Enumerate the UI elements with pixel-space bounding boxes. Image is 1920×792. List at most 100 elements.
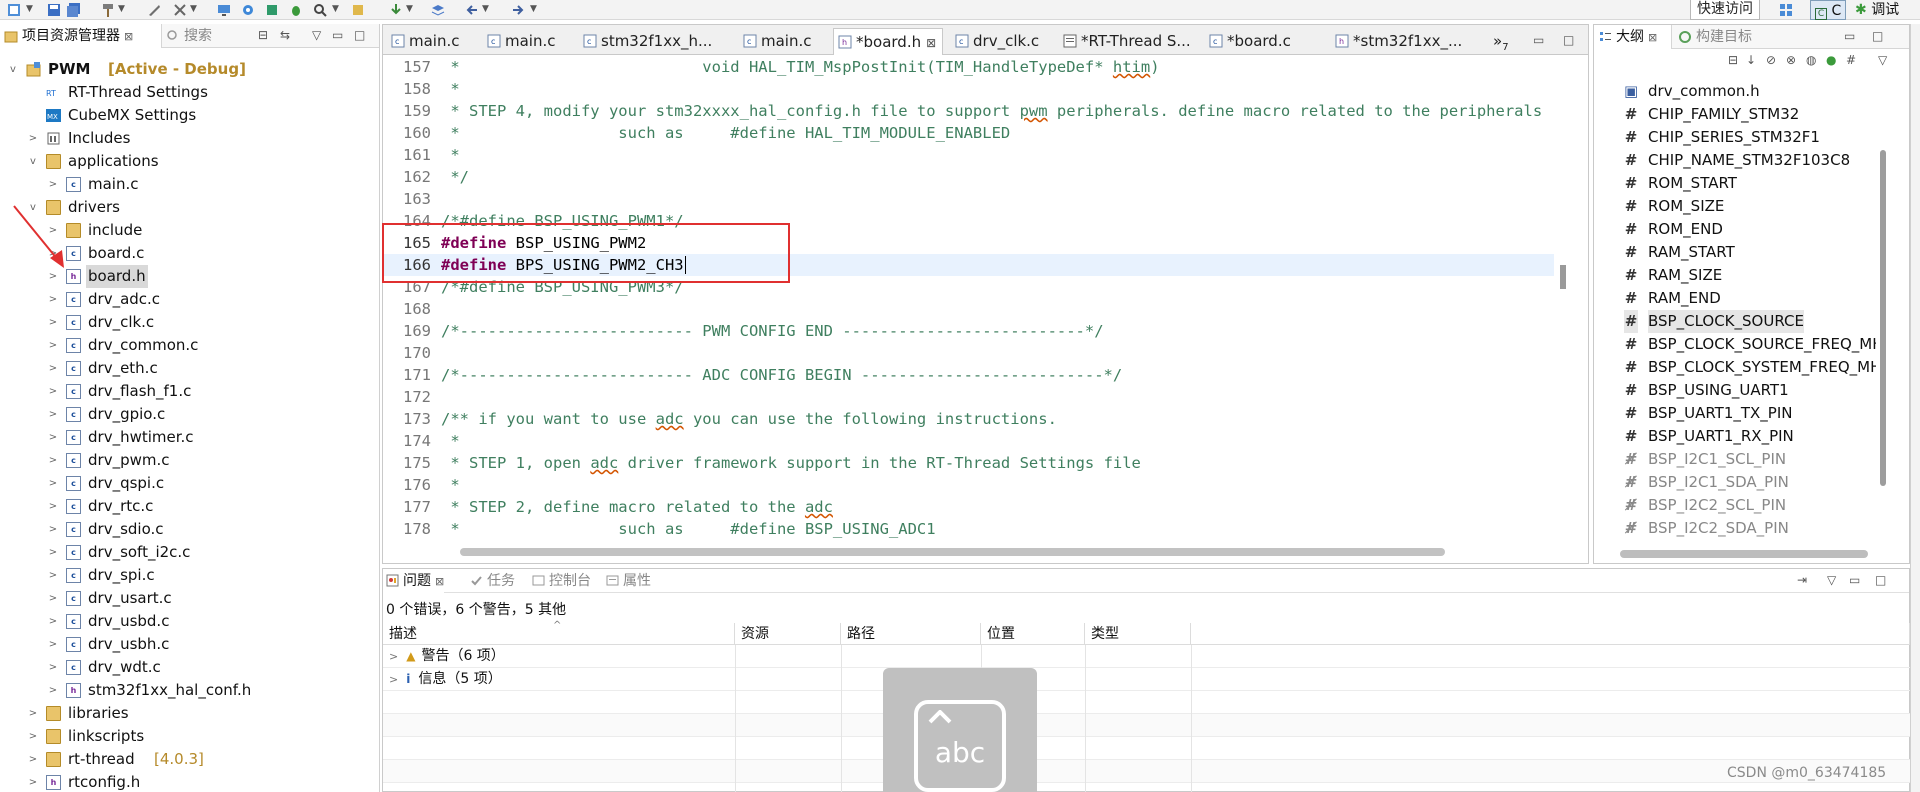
outline-horizontal-scrollbar[interactable] <box>1620 550 1868 558</box>
table-row-infos[interactable]: > i 信息（5 项） <box>383 668 1910 691</box>
chevron-right-icon[interactable]: > <box>48 426 58 449</box>
hide-fields-icon[interactable]: ⊘ <box>1766 53 1776 67</box>
view-menu-icon[interactable]: ▽ <box>312 28 321 42</box>
layers-icon[interactable] <box>430 2 446 18</box>
tab-project-explorer[interactable]: 项目资源管理器 ⊠ <box>0 24 162 48</box>
tree-item-drv-usbh-c[interactable]: > c drv_usbh.c <box>0 633 378 656</box>
group-macros-icon[interactable]: # <box>1846 53 1856 67</box>
column-header-path[interactable]: 路径 <box>841 623 981 645</box>
tree-item-drv-sdio-c[interactable]: > c drv_sdio.c <box>0 518 378 541</box>
forward-arrow-icon[interactable] <box>510 2 526 18</box>
chevron-right-icon[interactable]: > <box>28 725 38 748</box>
tab-problems[interactable]: 问题 ⊠ <box>383 569 445 593</box>
chevron-right-icon[interactable]: > <box>48 587 58 610</box>
tree-item-includes[interactable]: > Includes <box>0 127 378 150</box>
tab-main-c-1[interactable]: c main.c <box>387 28 460 55</box>
view-menu-icon[interactable]: ▽ <box>1878 53 1887 67</box>
tree-item-drv-adc-c[interactable]: > c drv_adc.c <box>0 288 378 311</box>
sort-icon[interactable]: ↓ <box>1746 53 1756 67</box>
column-header-resource[interactable]: 资源 <box>735 623 841 645</box>
tree-item-drv-clk-c[interactable]: > c drv_clk.c <box>0 311 378 334</box>
tree-item-drv-pwm-c[interactable]: > c drv_pwm.c <box>0 449 378 472</box>
tree-item-drv-wdt-c[interactable]: > c drv_wdt.c <box>0 656 378 679</box>
settings-gear-icon[interactable] <box>240 2 256 18</box>
new-icon[interactable] <box>6 2 22 18</box>
tree-item-rt-thread-settings[interactable]: RT RT-Thread Settings <box>0 81 378 104</box>
tree-item-drv-hwtimer-c[interactable]: > c drv_hwtimer.c <box>0 426 378 449</box>
download-arrow-icon[interactable] <box>388 2 404 18</box>
download-chip-icon[interactable] <box>264 2 280 18</box>
tree-item-drv-common-c[interactable]: > c drv_common.c <box>0 334 378 357</box>
tree-item-drv-spi-c[interactable]: > c drv_spi.c <box>0 564 378 587</box>
outline-item-macro[interactable]: # BSP_UART1_TX_PIN <box>1594 402 1904 425</box>
close-icon[interactable]: ⊠ <box>926 36 936 50</box>
chevron-right-icon[interactable]: > <box>48 380 58 403</box>
tab-search[interactable]: 搜索 <box>162 24 212 48</box>
tree-item-drv-flash-f1-c[interactable]: > c drv_flash_f1.c <box>0 380 378 403</box>
close-icon[interactable]: ⊠ <box>435 575 444 588</box>
open-type-icon[interactable] <box>350 2 366 18</box>
tab-main-c-2[interactable]: c main.c <box>483 28 556 55</box>
chevron-right-icon[interactable]: > <box>48 633 58 656</box>
save-all-icon[interactable] <box>66 2 82 18</box>
outline-item-macro[interactable]: # BSP_CLOCK_SYSTEM_FREQ_MHZ <box>1594 356 1876 379</box>
quick-access-field[interactable]: 快速访问 <box>1690 0 1760 20</box>
outline-item-macro[interactable]: # BSP_USING_UART1 <box>1594 379 1904 402</box>
tab-properties[interactable]: 属性 <box>603 569 651 593</box>
maximize-icon[interactable]: □ <box>1875 573 1886 587</box>
outline-item-macro[interactable]: # RAM_END <box>1594 287 1904 310</box>
open-perspective-icon[interactable] <box>1778 2 1794 18</box>
tree-item-rtconfig-h[interactable]: > h rtconfig.h <box>0 771 378 792</box>
chevron-right-icon[interactable]: > <box>48 541 58 564</box>
chevron-down-icon[interactable]: ▼ <box>482 4 489 14</box>
editor-vertical-scrollbar[interactable] <box>1560 265 1566 289</box>
tree-item-drv-soft-i2c-c[interactable]: > c drv_soft_i2c.c <box>0 541 378 564</box>
search-icon[interactable] <box>312 2 328 18</box>
wrench-icon[interactable] <box>146 2 162 18</box>
tree-item-main-c[interactable]: > c main.c <box>0 173 378 196</box>
perspective-debug-button[interactable]: ✱ 调试 <box>1855 0 1899 20</box>
editor-horizontal-scrollbar[interactable] <box>460 548 1445 556</box>
outline-item-macro[interactable]: # CHIP_NAME_STM32F103C8 <box>1594 149 1904 172</box>
minimize-icon[interactable]: ▭ <box>1533 33 1544 47</box>
chevron-right-icon[interactable]: > <box>48 311 58 334</box>
save-icon[interactable] <box>46 2 62 18</box>
tab-tasks[interactable]: 任务 <box>467 569 515 593</box>
tab-build-targets[interactable]: 构建目标 <box>1674 25 1752 49</box>
outline-item-macro[interactable]: # CHIP_SERIES_STM32F1 <box>1594 126 1904 149</box>
code-area[interactable]: 157 * void HAL_TIM_MspPostInit(TIM_Handl… <box>383 56 1554 553</box>
outline-item-inactive-macro[interactable]: #̸ BSP_I2C1_SCL_PIN <box>1594 448 1904 471</box>
outline-item-inactive-macro[interactable]: #̸ BSP_I2C2_SDA_PIN <box>1594 517 1904 540</box>
tree-item-drv-usart-c[interactable]: > c drv_usart.c <box>0 587 378 610</box>
outline-item-macro[interactable]: # ROM_END <box>1594 218 1904 241</box>
tab-outline[interactable]: 大纲 ⊠ <box>1594 25 1672 49</box>
tree-item-drv-gpio-c[interactable]: > c drv_gpio.c <box>0 403 378 426</box>
chevron-right-icon[interactable]: > <box>48 656 58 679</box>
tree-item-cubemx-settings[interactable]: MX CubeMX Settings <box>0 104 378 127</box>
chevron-right-icon[interactable]: > <box>48 288 58 311</box>
table-row-warnings[interactable]: > ▲ 警告（6 项） <box>383 645 1910 668</box>
outline-vertical-scrollbar[interactable] <box>1880 150 1886 486</box>
tab-rt-thread-settings[interactable]: *RT-Thread S... <box>1059 28 1191 55</box>
tab-board-c[interactable]: c *board.c <box>1205 28 1291 55</box>
chevron-right-icon[interactable]: > <box>48 564 58 587</box>
chevron-right-icon[interactable]: > <box>28 127 38 150</box>
outline-item-inactive-macro[interactable]: #̸ BSP_I2C2_SCL_PIN <box>1594 494 1904 517</box>
tab-stm32f1xx-h[interactable]: c stm32f1xx_h... <box>579 28 712 55</box>
maximize-icon[interactable]: □ <box>1872 29 1883 43</box>
tab-drv-clk-c[interactable]: c drv_clk.c <box>951 28 1039 55</box>
chevron-right-icon[interactable]: > <box>48 357 58 380</box>
tree-item-linkscripts[interactable]: > linkscripts <box>0 725 378 748</box>
chevron-right-icon[interactable]: > <box>48 518 58 541</box>
tab-main-c-3[interactable]: c main.c <box>739 28 812 55</box>
tree-item-drv-usbd-c[interactable]: > c drv_usbd.c <box>0 610 378 633</box>
maximize-icon[interactable]: □ <box>1563 33 1574 47</box>
outline-item-macro[interactable]: # BSP_CLOCK_SOURCE_FREQ_MHZ <box>1594 333 1876 356</box>
tree-item-drv-eth-c[interactable]: > c drv_eth.c <box>0 357 378 380</box>
hide-nonpublic-icon[interactable]: ◍ <box>1806 53 1816 67</box>
column-header-type[interactable]: 类型 <box>1085 623 1191 645</box>
back-arrow-icon[interactable] <box>464 2 480 18</box>
outline-item-macro[interactable]: # ROM_SIZE <box>1594 195 1904 218</box>
chevron-right-icon[interactable]: > <box>48 449 58 472</box>
tree-item-rt-thread[interactable]: > rt-thread [4.0.3] <box>0 748 378 771</box>
